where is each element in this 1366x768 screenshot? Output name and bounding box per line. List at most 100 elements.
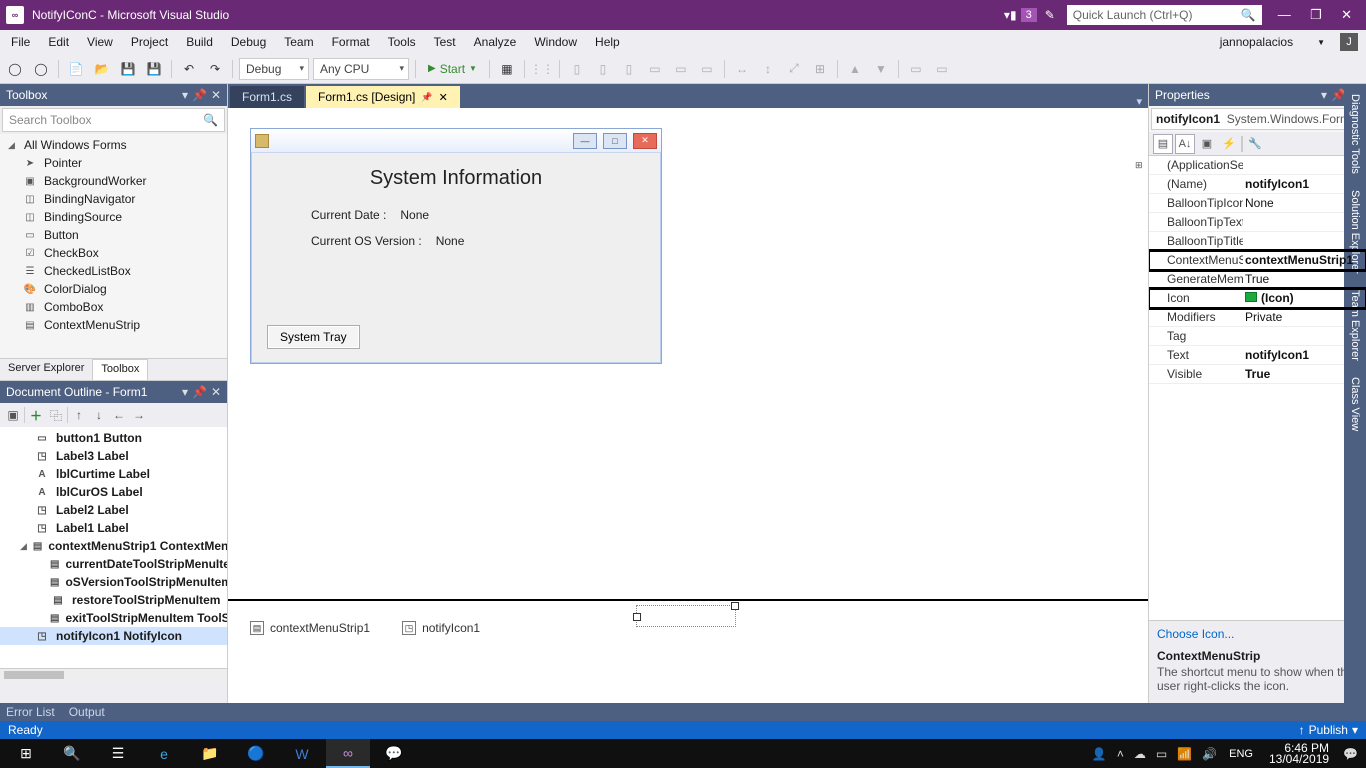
new-project-button[interactable]: 📄 bbox=[65, 58, 87, 80]
form-minimize-button[interactable]: — bbox=[573, 133, 597, 149]
publish-button[interactable]: ↑ Publish ▾ bbox=[1299, 723, 1358, 737]
menu-view[interactable]: View bbox=[78, 32, 122, 52]
avatar[interactable]: J bbox=[1340, 33, 1358, 51]
start-button[interactable]: Start ▼ bbox=[422, 58, 483, 80]
properties-object-select[interactable]: notifyIcon1 System.Windows.Forms.NotifyI… bbox=[1151, 108, 1364, 130]
outline-item[interactable]: ◳Label1 Label bbox=[0, 519, 227, 537]
tab-close-icon[interactable]: ✕ bbox=[439, 91, 448, 104]
quick-launch-input[interactable]: Quick Launch (Ctrl+Q) 🔍 bbox=[1067, 5, 1262, 25]
maximize-button[interactable]: ❐ bbox=[1302, 7, 1330, 22]
form-close-button[interactable]: ✕ bbox=[633, 133, 657, 149]
property-pages-button[interactable]: 🔧 bbox=[1245, 134, 1265, 154]
menu-format[interactable]: Format bbox=[323, 32, 379, 52]
outline-item[interactable]: ◳Label2 Label bbox=[0, 501, 227, 519]
taskbar-clock[interactable]: 6:46 PM13/04/2019 bbox=[1261, 741, 1337, 767]
tab-form1-design[interactable]: Form1.cs [Design] 📌 ✕ bbox=[306, 86, 460, 108]
user-name[interactable]: jannopalacios bbox=[1211, 32, 1302, 52]
edge-icon[interactable]: e bbox=[142, 739, 186, 768]
pin-icon[interactable]: 📌 bbox=[192, 88, 207, 102]
tray-notifyicon[interactable]: ◳notifyIcon1 bbox=[402, 621, 480, 635]
messenger-icon[interactable]: 💬 bbox=[372, 739, 416, 768]
outline-copy-icon[interactable]: ⿻ bbox=[47, 407, 65, 424]
outline-item[interactable]: ▭button1 Button bbox=[0, 429, 227, 447]
toolbox-item[interactable]: ☰CheckedListBox bbox=[0, 262, 227, 280]
property-row[interactable]: VisibleTrue bbox=[1149, 365, 1366, 384]
outline-item[interactable]: ◢▤contextMenuStrip1 ContextMenuStrip bbox=[0, 537, 227, 555]
properties-grid[interactable]: ⊞(ApplicationSettings)(Name)notifyIcon1B… bbox=[1149, 156, 1366, 620]
menu-debug[interactable]: Debug bbox=[222, 32, 275, 52]
tray-contextmenustrip[interactable]: ▤contextMenuStrip1 bbox=[250, 621, 370, 635]
search-button[interactable]: 🔍 bbox=[50, 739, 94, 768]
close-icon[interactable]: ✕ bbox=[211, 88, 221, 102]
battery-icon[interactable]: ▭ bbox=[1152, 747, 1171, 761]
toolbox-item[interactable]: ▤ContextMenuStrip bbox=[0, 316, 227, 334]
property-row[interactable]: (Name)notifyIcon1 bbox=[1149, 175, 1366, 194]
property-row[interactable]: BalloonTipText bbox=[1149, 213, 1366, 232]
outline-down-icon[interactable]: ↓ bbox=[90, 408, 108, 422]
toolbox-item[interactable]: ☑CheckBox bbox=[0, 244, 227, 262]
visual-studio-icon[interactable]: ∞ bbox=[326, 739, 370, 768]
toolbox-item[interactable]: ▭Button bbox=[0, 226, 227, 244]
property-row[interactable]: ModifiersPrivate bbox=[1149, 308, 1366, 327]
minimize-button[interactable]: — bbox=[1270, 7, 1299, 22]
outline-item[interactable]: ◳notifyIcon1 NotifyIcon bbox=[0, 627, 227, 645]
categorized-button[interactable]: ▤ bbox=[1153, 134, 1173, 154]
open-button[interactable]: 📂 bbox=[91, 58, 113, 80]
tab-server-explorer[interactable]: Server Explorer bbox=[0, 359, 92, 380]
tray-up-icon[interactable]: ˄ bbox=[1113, 747, 1128, 761]
form-window[interactable]: — □ ✕ System Information Current Date :N… bbox=[250, 128, 662, 364]
menu-window[interactable]: Window bbox=[525, 32, 586, 52]
outline-item[interactable]: AlblCurOS Label bbox=[0, 483, 227, 501]
outline-add-icon[interactable]: ＋ bbox=[27, 407, 45, 424]
language-indicator[interactable]: ENG bbox=[1223, 748, 1259, 760]
notification-badge[interactable]: 3 bbox=[1021, 8, 1037, 22]
properties-header[interactable]: Properties ▾📌✕ bbox=[1149, 84, 1366, 106]
menu-team[interactable]: Team bbox=[275, 32, 322, 52]
toolbox-item[interactable]: 🎨ColorDialog bbox=[0, 280, 227, 298]
tab-toolbox[interactable]: Toolbox bbox=[92, 359, 148, 380]
menu-file[interactable]: File bbox=[2, 32, 39, 52]
property-row[interactable]: ⊞(ApplicationSettings) bbox=[1149, 156, 1366, 175]
dropdown-icon[interactable]: ▾ bbox=[182, 385, 188, 399]
properties-button[interactable]: ▣ bbox=[1197, 134, 1217, 154]
menu-test[interactable]: Test bbox=[425, 32, 465, 52]
property-row[interactable]: BalloonTipTitle bbox=[1149, 232, 1366, 251]
outline-item[interactable]: ◳Label3 Label bbox=[0, 447, 227, 465]
redo-button[interactable]: ↷ bbox=[204, 58, 226, 80]
user-dropdown-icon[interactable]: ▼ bbox=[1308, 35, 1334, 50]
volume-icon[interactable]: 🔊 bbox=[1198, 747, 1221, 761]
outline-header[interactable]: Document Outline - Form1 ▾📌✕ bbox=[0, 381, 227, 403]
dropdown-icon[interactable]: ▾ bbox=[182, 88, 188, 102]
close-icon[interactable]: ✕ bbox=[211, 385, 221, 399]
outline-item[interactable]: ▤restoreToolStripMenuItem bbox=[0, 591, 227, 609]
start-menu-button[interactable]: ⊞ bbox=[4, 739, 48, 768]
outline-left-icon[interactable]: ← bbox=[110, 408, 128, 422]
property-row[interactable]: BalloonTipIconNone bbox=[1149, 194, 1366, 213]
toolbox-item[interactable]: ◫BindingSource bbox=[0, 208, 227, 226]
toolbox-item[interactable]: ➤Pointer bbox=[0, 154, 227, 172]
solution-config-select[interactable]: Debug bbox=[239, 58, 309, 80]
outline-item[interactable]: ▤oSVersionToolStripMenuItem bbox=[0, 573, 227, 591]
menu-analyze[interactable]: Analyze bbox=[465, 32, 526, 52]
form-maximize-button[interactable]: □ bbox=[603, 133, 627, 149]
menu-edit[interactable]: Edit bbox=[39, 32, 78, 52]
save-button[interactable]: 💾 bbox=[117, 58, 139, 80]
menu-tools[interactable]: Tools bbox=[379, 32, 425, 52]
wifi-icon[interactable]: 📶 bbox=[1173, 747, 1196, 761]
property-row[interactable]: ⊞ContextMenuStripcontextMenuStrip1 bbox=[1149, 251, 1366, 270]
property-value[interactable]: (Icon) bbox=[1243, 291, 1366, 305]
toolbox-group[interactable]: ◢All Windows Forms bbox=[0, 136, 227, 154]
word-icon[interactable]: W bbox=[280, 739, 324, 768]
property-row[interactable]: TextnotifyIcon1 bbox=[1149, 346, 1366, 365]
tab-output[interactable]: Output bbox=[69, 705, 105, 719]
editor-tab-dropdown[interactable]: ▾ bbox=[1130, 95, 1148, 108]
outline-item[interactable]: AlblCurtime Label bbox=[0, 465, 227, 483]
task-view-button[interactable]: ☰ bbox=[96, 739, 140, 768]
tab-pin-icon[interactable]: 📌 bbox=[421, 92, 432, 103]
forward-button[interactable]: ◯ bbox=[30, 58, 52, 80]
events-button[interactable]: ⚡ bbox=[1219, 134, 1239, 154]
tab-form1-cs[interactable]: Form1.cs bbox=[230, 86, 304, 108]
toolbox-item[interactable]: ▥ComboBox bbox=[0, 298, 227, 316]
property-row[interactable]: Tag bbox=[1149, 327, 1366, 346]
outline-item[interactable]: ▤exitToolStripMenuItem ToolStripMenuItem bbox=[0, 609, 227, 627]
